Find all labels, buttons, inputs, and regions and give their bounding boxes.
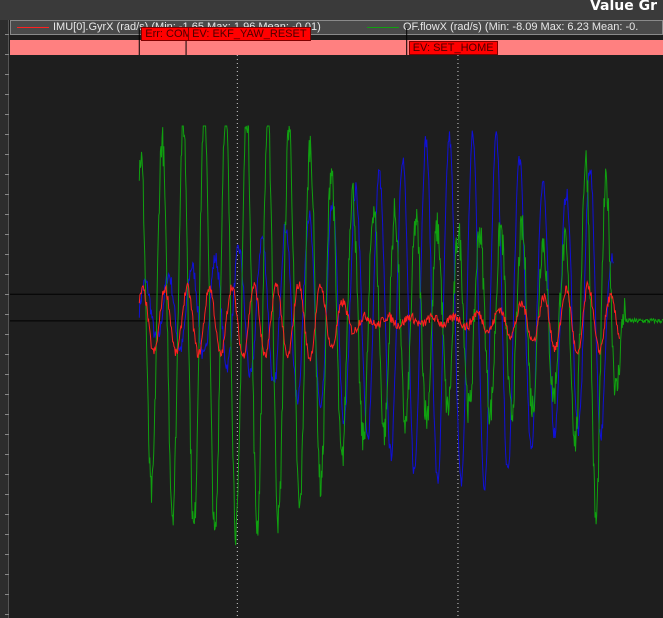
series-line-flowx [138,125,663,546]
line-chart [10,28,663,618]
event-label: EV: SET_HOME [408,41,498,55]
event-label: EV: EKF_YAW_RESET [188,27,311,41]
series-line-blue [138,130,614,491]
gridlines [10,55,663,618]
series-layer [138,125,663,546]
